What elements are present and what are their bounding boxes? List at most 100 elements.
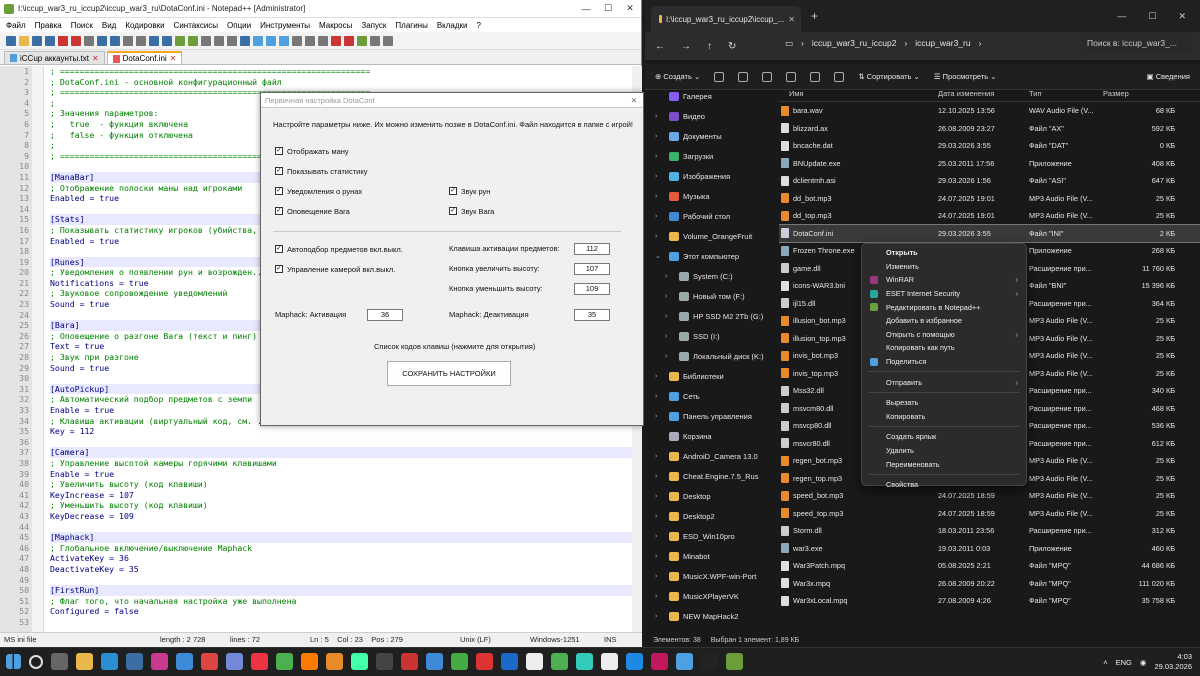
address-bar[interactable]: ▭ › iccup_war3_ru_iccup2 › iccup_war3_ru… <box>779 33 1077 53</box>
chevron-icon[interactable]: › <box>655 393 665 400</box>
nav-item[interactable]: › Музыка <box>645 186 775 206</box>
nav-item[interactable]: › Панель управления <box>645 406 775 426</box>
toolbar-button-icon[interactable] <box>123 35 133 46</box>
nav-item[interactable]: › Desktop2 <box>645 506 775 526</box>
file-row[interactable]: war3.exe 19.03.2011 0:03 Приложение 460 КБ <box>779 540 1200 558</box>
context-menu-item[interactable]: Удалить <box>862 444 1026 458</box>
app-icon[interactable] <box>201 653 218 670</box>
chevron-icon[interactable]: › <box>655 153 665 160</box>
key-code-input[interactable]: 107 <box>574 263 610 275</box>
app-icon[interactable] <box>176 653 193 670</box>
toolbar-button-icon[interactable] <box>292 35 302 46</box>
maximize-icon[interactable]: ☐ <box>597 3 619 14</box>
explorer-tab[interactable]: I:\iccup_war3_ru_iccup2\iccup_... ✕ <box>651 6 801 32</box>
file-row[interactable]: dd_top.mp3 24.07.2025 19:01 MP3 Audio File… <box>779 207 1200 225</box>
menu-item[interactable]: Файл <box>6 21 26 30</box>
toolbar-button-icon[interactable] <box>305 35 315 46</box>
app-icon[interactable] <box>101 653 118 670</box>
file-row[interactable]: War3Patch.mpq 05.08.2025 2:21 Файл "MPQ" 44… <box>779 557 1200 575</box>
app-icon[interactable] <box>226 653 243 670</box>
menu-item[interactable]: Запуск <box>361 21 386 30</box>
toolbar-button-icon[interactable] <box>253 35 263 46</box>
view-button[interactable]: ☰ Просмотреть ⌄ <box>934 72 997 81</box>
nav-item[interactable]: › Локальный диск (K:) <box>645 346 775 366</box>
chevron-icon[interactable]: › <box>655 613 665 620</box>
chevron-icon[interactable]: › <box>655 513 665 520</box>
context-menu-item[interactable]: Открыть с помощью › <box>862 328 1026 342</box>
key-code-input[interactable]: 109 <box>574 283 610 295</box>
file-row[interactable]: War3xLocal.mpq 27.08.2009 4:26 Файл "MPQ" 3… <box>779 592 1200 610</box>
toolbar-button-icon[interactable] <box>149 35 159 46</box>
details-button[interactable]: ▣ Сведения <box>1147 72 1190 81</box>
chevron-icon[interactable]: › <box>655 193 665 200</box>
chevron-icon[interactable]: › <box>655 173 665 180</box>
toolbar-button-icon[interactable] <box>58 35 68 46</box>
nav-item[interactable]: › Minabot <box>645 546 775 566</box>
key-codes-link[interactable]: Список кодов клавиш (нажмите для открыти… <box>374 342 535 351</box>
nav-item[interactable]: Галерея <box>645 86 775 106</box>
breadcrumb-2[interactable]: iccup_war3_ru <box>915 38 970 48</box>
context-menu-item[interactable]: Переименовать <box>862 457 1026 471</box>
file-row[interactable]: dclientmh.asi 29.03.2026 1:56 Файл "ASI" 64… <box>779 172 1200 190</box>
toolbar-button-icon[interactable] <box>19 35 29 46</box>
document-tab[interactable]: iCCup аккаунты.txt ✕ <box>4 51 105 64</box>
toolbar-button-icon[interactable] <box>201 35 211 46</box>
toolbar-button-icon[interactable] <box>318 35 328 46</box>
chevron-icon[interactable]: › <box>655 473 665 480</box>
context-menu-item[interactable]: ESET Internet Security › <box>862 287 1026 301</box>
nav-item[interactable]: Корзина <box>645 426 775 446</box>
menu-item[interactable]: Синтаксисы <box>174 21 219 30</box>
col-type[interactable]: Тип <box>1025 89 1099 98</box>
search-box[interactable]: Поиск в: iccup_war3_... <box>1081 33 1193 53</box>
app-icon[interactable] <box>51 653 68 670</box>
tab-close-icon[interactable]: ✕ <box>92 54 99 63</box>
menu-item[interactable]: Инструменты <box>260 21 310 30</box>
chevron-icon[interactable]: › <box>655 493 665 500</box>
up-icon[interactable]: ↑ <box>707 41 712 52</box>
app-icon[interactable] <box>426 653 443 670</box>
app-icon[interactable] <box>576 653 593 670</box>
breadcrumb-1[interactable]: iccup_war3_ru_iccup2 <box>812 38 897 48</box>
app-icon[interactable] <box>76 653 93 670</box>
checkbox[interactable]: ✓ <box>275 245 283 253</box>
menu-item[interactable]: Правка <box>35 21 62 30</box>
col-size[interactable]: Размер <box>1099 89 1195 98</box>
toolbar-button-icon[interactable] <box>97 35 107 46</box>
context-menu-item[interactable]: Свойства <box>862 478 1026 492</box>
chevron-icon[interactable]: › <box>665 293 675 300</box>
nav-item[interactable]: › Библиотеки <box>645 366 775 386</box>
start-icon[interactable] <box>6 654 21 669</box>
chevron-icon[interactable]: › <box>655 553 665 560</box>
context-menu-item[interactable]: Отправить › <box>862 375 1026 389</box>
toolbar-button-icon[interactable] <box>136 35 146 46</box>
toolbar-button-icon[interactable] <box>188 35 198 46</box>
toolbar-button-icon[interactable] <box>175 35 185 46</box>
toolbar-button-icon[interactable] <box>357 35 367 46</box>
col-date[interactable]: Дата изменения <box>934 89 1025 98</box>
chevron-icon[interactable]: › <box>655 213 665 220</box>
app-icon[interactable] <box>726 653 743 670</box>
context-menu-item[interactable]: Открыть <box>862 246 1026 260</box>
nav-item[interactable]: › Volume_OrangeFruit <box>645 226 775 246</box>
language-indicator[interactable]: ENG <box>1116 658 1132 667</box>
chevron-icon[interactable]: ⌄ <box>655 252 665 260</box>
nav-item[interactable]: › HP SSD M2 2Tb (G:) <box>645 306 775 326</box>
nav-item[interactable]: › Документы <box>645 126 775 146</box>
toolbar-button-icon[interactable] <box>71 35 81 46</box>
chevron-icon[interactable]: › <box>665 313 675 320</box>
new-tab-icon[interactable]: + <box>811 9 818 23</box>
chevron-icon[interactable]: › <box>655 533 665 540</box>
save-settings-button[interactable]: СОХРАНИТЬ НАСТРОЙКИ <box>387 361 511 386</box>
nav-item[interactable]: › Новый том (F:) <box>645 286 775 306</box>
delete-icon[interactable] <box>834 71 845 82</box>
chevron-icon[interactable]: › <box>665 333 675 340</box>
nav-item[interactable]: › Сеть <box>645 386 775 406</box>
app-icon[interactable] <box>526 653 543 670</box>
rename-icon[interactable] <box>786 71 797 82</box>
network-icon[interactable]: ◉ <box>1140 658 1147 667</box>
checkbox[interactable]: ✓ <box>275 207 283 215</box>
toolbar-button-icon[interactable] <box>279 35 289 46</box>
context-menu-item[interactable]: Создать ярлык <box>862 430 1026 444</box>
menu-item[interactable]: Макросы <box>319 21 352 30</box>
chevron-icon[interactable]: › <box>665 273 675 280</box>
